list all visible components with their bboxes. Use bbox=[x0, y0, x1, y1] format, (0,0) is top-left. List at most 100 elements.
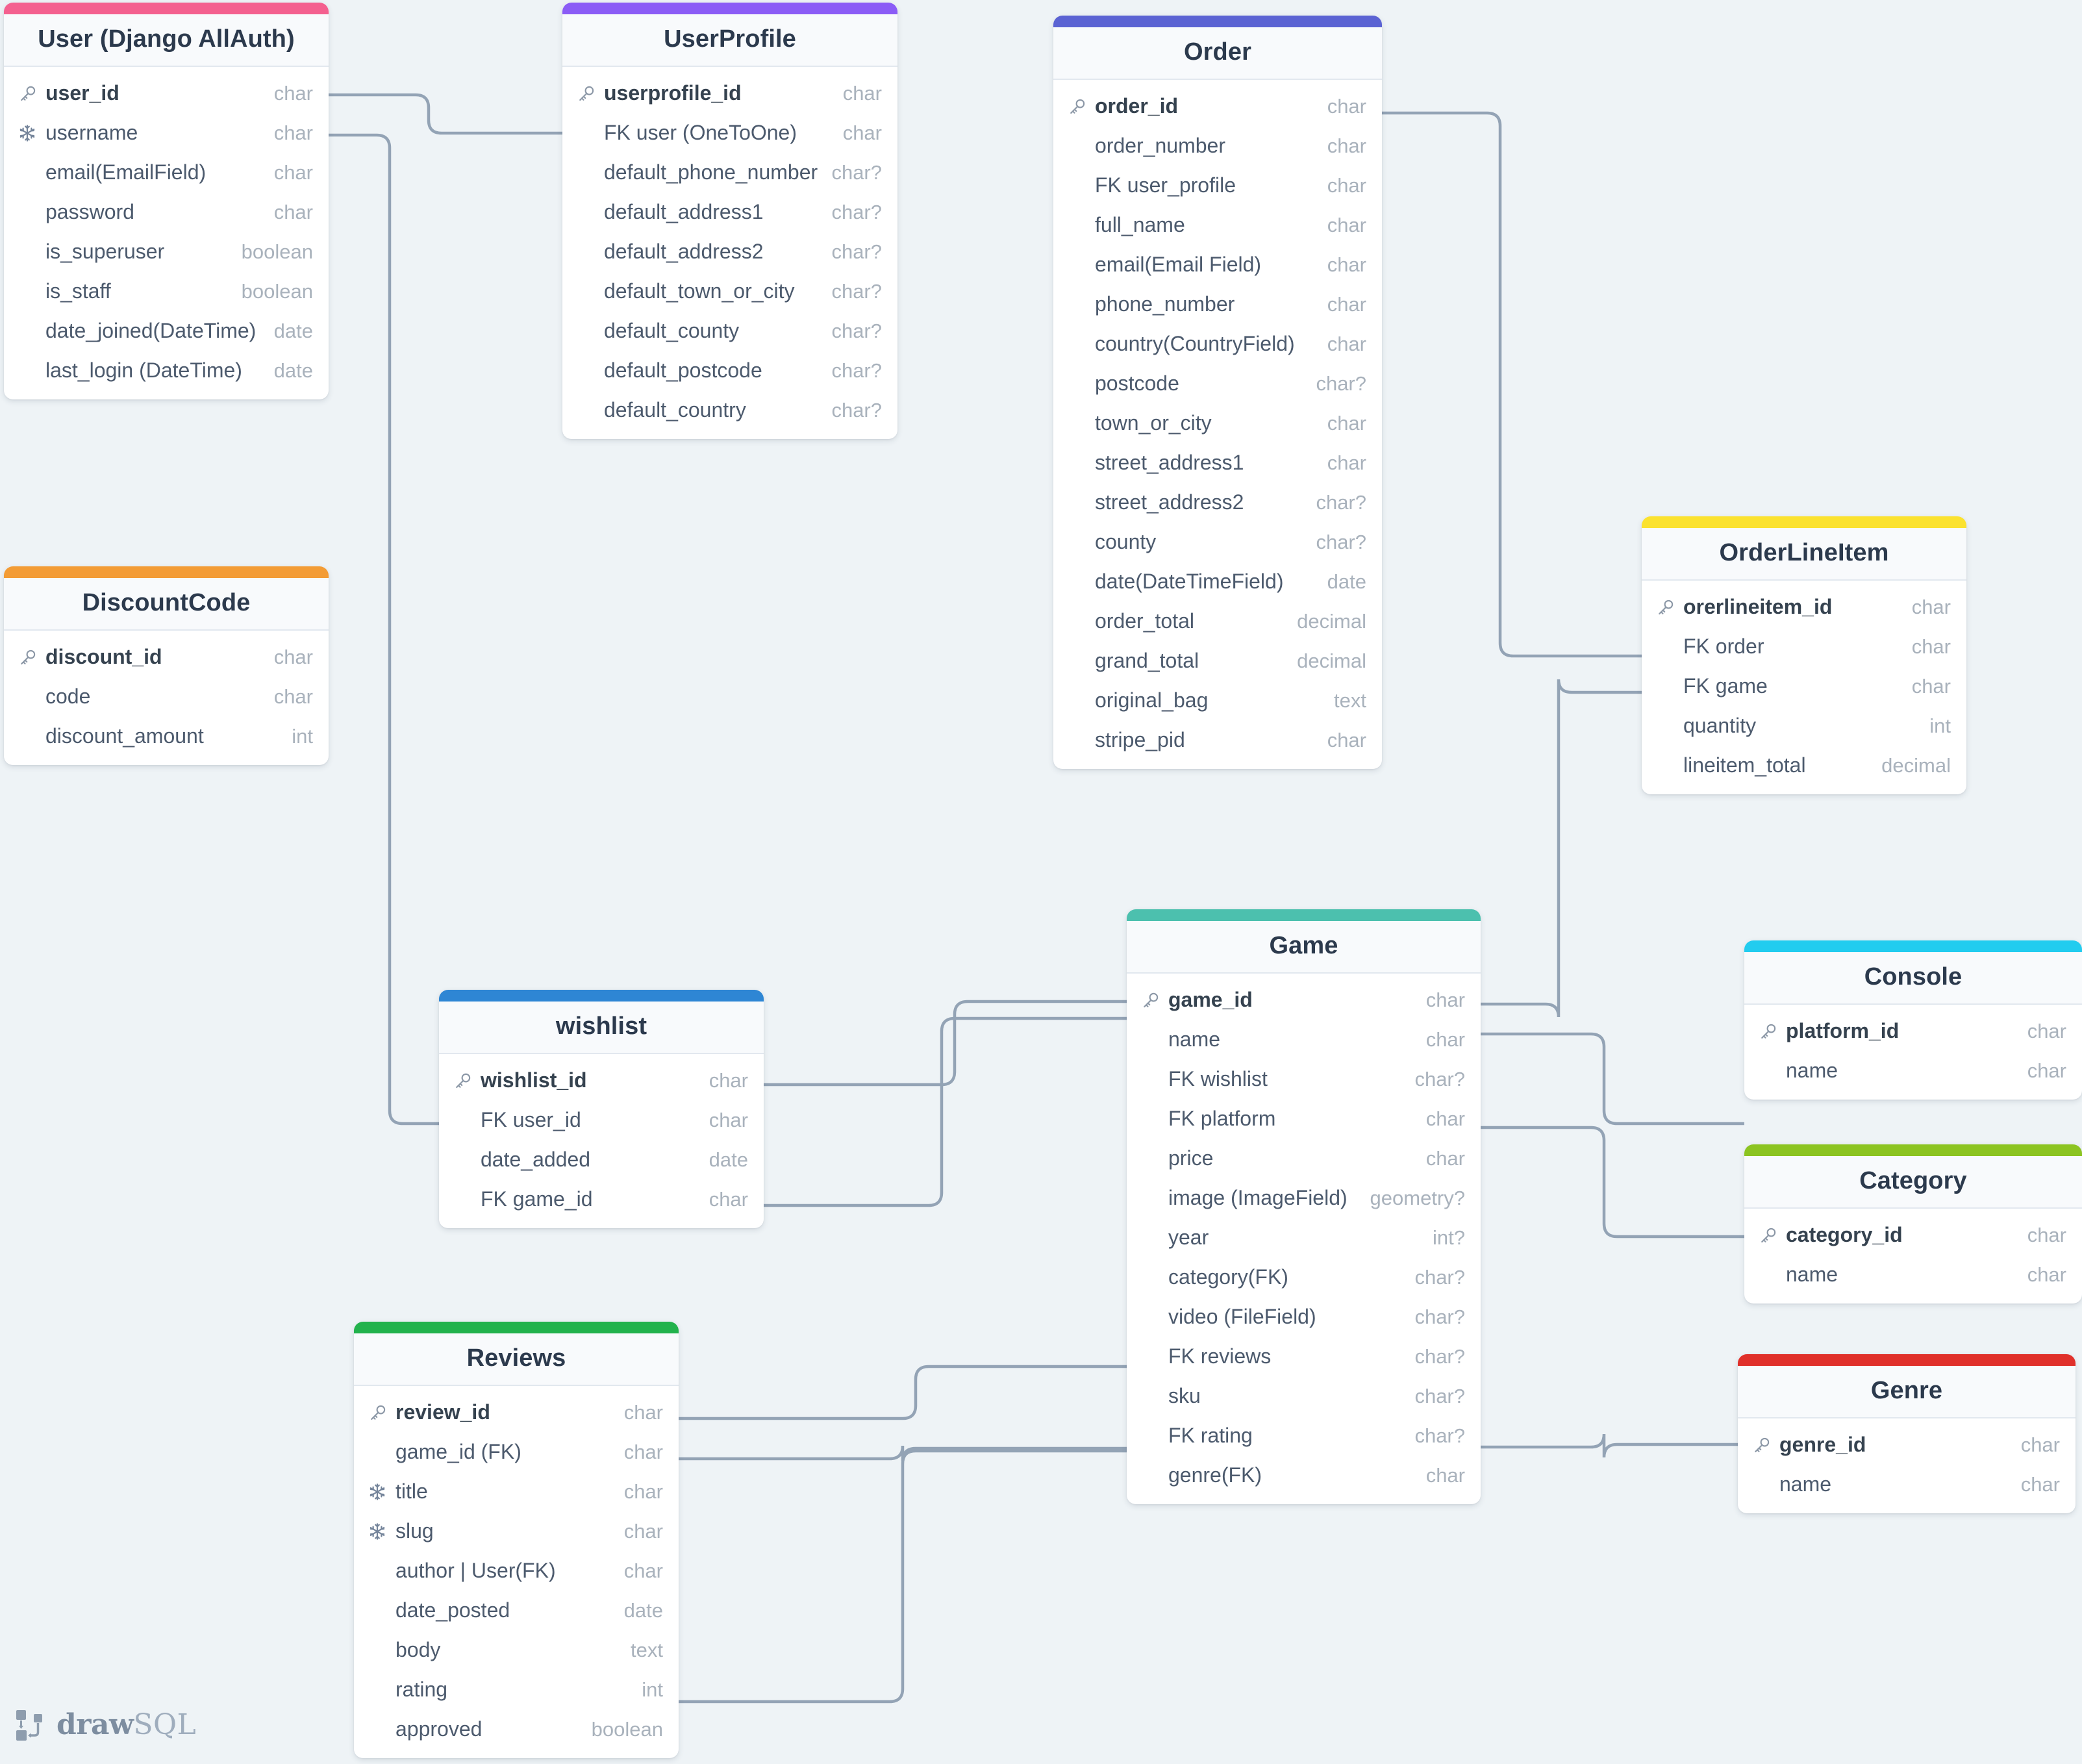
table-field-row[interactable]: default_countrychar? bbox=[562, 390, 897, 430]
table-field-row[interactable]: date_posteddate bbox=[354, 1591, 679, 1630]
table-console[interactable]: Console platform_idcharnamechar bbox=[1744, 940, 2082, 1100]
table-field-row[interactable]: order_numberchar bbox=[1053, 126, 1382, 166]
table-field-row[interactable]: FK game_idchar bbox=[439, 1179, 764, 1219]
table-field-row[interactable]: namechar bbox=[1744, 1051, 2082, 1090]
table-field-row[interactable]: order_totaldecimal bbox=[1053, 601, 1382, 641]
table-field-row[interactable]: lineitem_totaldecimal bbox=[1642, 746, 1966, 785]
key-icon bbox=[453, 1071, 473, 1090]
table-game[interactable]: Gamegame_idcharnamecharFK wishlistchar?F… bbox=[1127, 909, 1481, 1504]
table-field-row[interactable]: namechar bbox=[1127, 1020, 1481, 1059]
table-field-row[interactable]: is_staffboolean bbox=[4, 271, 329, 311]
table-field-row[interactable]: default_countychar? bbox=[562, 311, 897, 351]
table-header[interactable]: Game bbox=[1127, 921, 1481, 974]
table-field-row[interactable]: default_town_or_citychar? bbox=[562, 271, 897, 311]
table-field-row[interactable]: last_login (DateTime)date bbox=[4, 351, 329, 390]
table-field-row[interactable]: genre(FK)char bbox=[1127, 1455, 1481, 1495]
table-header[interactable]: Console bbox=[1744, 952, 2082, 1005]
table-field-row[interactable]: grand_totaldecimal bbox=[1053, 641, 1382, 681]
table-field-row[interactable]: user_idchar bbox=[4, 73, 329, 113]
table-field-row[interactable]: codechar bbox=[4, 677, 329, 716]
table-field-row[interactable]: FK orderchar bbox=[1642, 627, 1966, 666]
table-field-row[interactable]: usernamechar bbox=[4, 113, 329, 153]
table-wishlist[interactable]: wishlist wishlist_idcharFK user_idchardat… bbox=[439, 990, 764, 1228]
table-header[interactable]: User (Django AllAuth) bbox=[4, 14, 329, 67]
table-field-row[interactable]: FK platformchar bbox=[1127, 1099, 1481, 1139]
table-field-row[interactable]: category_idchar bbox=[1744, 1215, 2082, 1255]
table-field-row[interactable]: quantityint bbox=[1642, 706, 1966, 746]
table-field-row[interactable]: date_joined(DateTime)date bbox=[4, 311, 329, 351]
table-field-row[interactable]: review_idchar bbox=[354, 1392, 679, 1432]
table-field-row[interactable]: FK user_profilechar bbox=[1053, 166, 1382, 205]
table-field-row[interactable]: FK user_idchar bbox=[439, 1100, 764, 1140]
table-field-row[interactable]: author | User(FK)char bbox=[354, 1551, 679, 1591]
table-field-row[interactable]: full_namechar bbox=[1053, 205, 1382, 245]
table-field-row[interactable]: FK gamechar bbox=[1642, 666, 1966, 706]
table-field-row[interactable]: userprofile_idchar bbox=[562, 73, 897, 113]
table-field-row[interactable]: order_idchar bbox=[1053, 86, 1382, 126]
table-discountcode[interactable]: DiscountCode discount_idcharcodechardisco… bbox=[4, 566, 329, 765]
table-field-row[interactable]: game_idchar bbox=[1127, 980, 1481, 1020]
table-field-row[interactable]: genre_idchar bbox=[1738, 1425, 2076, 1465]
table-field-row[interactable]: countychar? bbox=[1053, 522, 1382, 562]
table-field-row[interactable]: platform_idchar bbox=[1744, 1011, 2082, 1051]
table-field-row[interactable]: default_address2char? bbox=[562, 232, 897, 271]
table-field-row[interactable]: FK reviewschar? bbox=[1127, 1337, 1481, 1376]
table-user-django-allauth[interactable]: User (Django AllAuth) user_idcharusername… bbox=[4, 3, 329, 399]
table-field-row[interactable]: original_bagtext bbox=[1053, 681, 1382, 720]
table-field-row[interactable]: bodytext bbox=[354, 1630, 679, 1670]
table-orderlineitem[interactable]: OrderLineItem orerlineitem_idcharFK order… bbox=[1642, 516, 1966, 794]
table-reviews[interactable]: Reviews review_idchargame_id (FK)chartitl… bbox=[354, 1322, 679, 1758]
table-field-row[interactable]: default_address1char? bbox=[562, 192, 897, 232]
table-field-row[interactable]: namechar bbox=[1738, 1465, 2076, 1504]
table-field-row[interactable]: titlechar bbox=[354, 1472, 679, 1511]
table-field-row[interactable]: FK wishlistchar? bbox=[1127, 1059, 1481, 1099]
table-header[interactable]: Genre bbox=[1738, 1366, 2076, 1418]
table-header[interactable]: Reviews bbox=[354, 1333, 679, 1386]
table-field-row[interactable]: street_address1char bbox=[1053, 443, 1382, 483]
table-field-row[interactable]: ratingint bbox=[354, 1670, 679, 1709]
relationship-link bbox=[1382, 113, 1642, 656]
table-order[interactable]: Order order_idcharorder_numbercharFK user… bbox=[1053, 16, 1382, 769]
table-genre[interactable]: Genre genre_idcharnamechar bbox=[1738, 1354, 2076, 1513]
table-field-row[interactable]: discount_amountint bbox=[4, 716, 329, 756]
table-field-row[interactable]: date_addeddate bbox=[439, 1140, 764, 1179]
table-field-row[interactable]: postcodechar? bbox=[1053, 364, 1382, 403]
table-field-row[interactable]: FK user (OneToOne)char bbox=[562, 113, 897, 153]
table-category[interactable]: Category category_idcharnamechar bbox=[1744, 1144, 2082, 1304]
table-field-row[interactable]: default_postcodechar? bbox=[562, 351, 897, 390]
table-field-row[interactable]: is_superuserboolean bbox=[4, 232, 329, 271]
table-field-row[interactable]: discount_idchar bbox=[4, 637, 329, 677]
table-field-row[interactable]: town_or_citychar bbox=[1053, 403, 1382, 443]
table-header[interactable]: DiscountCode bbox=[4, 578, 329, 631]
table-field-row[interactable]: default_phone_numberchar? bbox=[562, 153, 897, 192]
table-field-row[interactable]: FK ratingchar? bbox=[1127, 1416, 1481, 1455]
table-field-row[interactable]: wishlist_idchar bbox=[439, 1061, 764, 1100]
table-userprofile[interactable]: UserProfile userprofile_idcharFK user (On… bbox=[562, 3, 897, 439]
table-field-row[interactable]: passwordchar bbox=[4, 192, 329, 232]
table-field-row[interactable]: street_address2char? bbox=[1053, 483, 1382, 522]
table-header[interactable]: UserProfile bbox=[562, 14, 897, 67]
table-field-row[interactable]: slugchar bbox=[354, 1511, 679, 1551]
table-field-row[interactable]: orerlineitem_idchar bbox=[1642, 587, 1966, 627]
table-field-row[interactable]: stripe_pidchar bbox=[1053, 720, 1382, 760]
table-field-row[interactable]: phone_numberchar bbox=[1053, 284, 1382, 324]
field-type: char bbox=[1327, 214, 1366, 237]
table-field-row[interactable]: email(Email Field)char bbox=[1053, 245, 1382, 284]
table-field-row[interactable]: video (FileField)char? bbox=[1127, 1297, 1481, 1337]
table-field-row[interactable]: image (ImageField)geometry? bbox=[1127, 1178, 1481, 1218]
table-field-row[interactable]: email(EmailField)char bbox=[4, 153, 329, 192]
table-header[interactable]: Order bbox=[1053, 27, 1382, 80]
table-field-row[interactable]: date(DateTimeField)date bbox=[1053, 562, 1382, 601]
table-field-row[interactable]: skuchar? bbox=[1127, 1376, 1481, 1416]
field-type: char bbox=[624, 1520, 663, 1543]
table-field-row[interactable]: country(CountryField)char bbox=[1053, 324, 1382, 364]
table-field-row[interactable]: yearint? bbox=[1127, 1218, 1481, 1257]
table-header[interactable]: Category bbox=[1744, 1156, 2082, 1209]
table-field-row[interactable]: namechar bbox=[1744, 1255, 2082, 1294]
table-field-row[interactable]: pricechar bbox=[1127, 1139, 1481, 1178]
table-header[interactable]: wishlist bbox=[439, 1002, 764, 1054]
table-field-row[interactable]: approvedboolean bbox=[354, 1709, 679, 1749]
table-field-row[interactable]: category(FK)char? bbox=[1127, 1257, 1481, 1297]
table-header[interactable]: OrderLineItem bbox=[1642, 528, 1966, 581]
table-field-row[interactable]: game_id (FK)char bbox=[354, 1432, 679, 1472]
